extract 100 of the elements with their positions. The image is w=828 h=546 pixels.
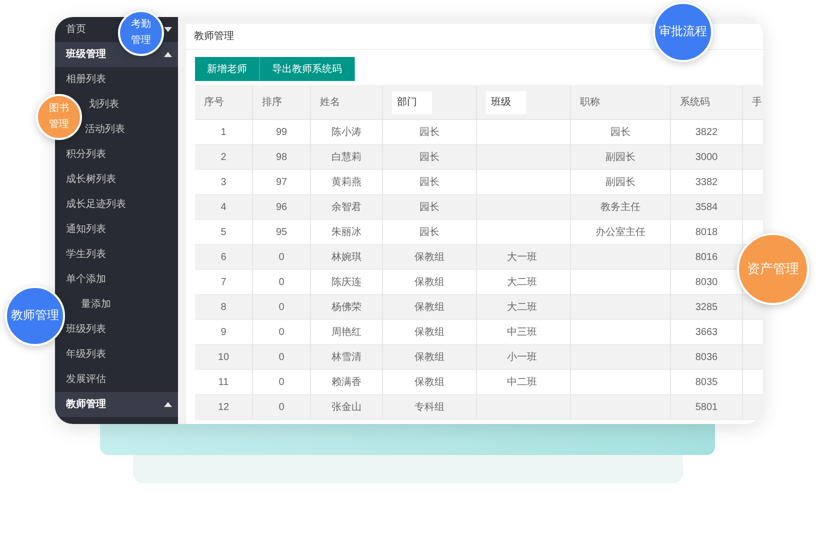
table-cell-text: 6: [220, 250, 226, 264]
table-cell-text: 3000: [695, 150, 718, 164]
sidebar-item[interactable]: 积分列表: [66, 147, 106, 162]
sidebar-item[interactable]: 成长树列表: [66, 172, 116, 187]
table-cell-text: 0: [278, 400, 284, 414]
column-header: 序号: [204, 96, 224, 110]
table-cell-text: 园长: [420, 150, 440, 164]
table-cell-text: 2: [220, 150, 226, 164]
sidebar-item[interactable]: 单个添加: [66, 272, 106, 287]
table-cell-text: 中二班: [507, 376, 537, 390]
table-cell-text: 园长: [420, 226, 440, 240]
sidebar-item[interactable]: 成长足迹列表: [66, 197, 126, 212]
table-cell-text: 4: [220, 200, 226, 214]
table-cell-text: 8016: [695, 250, 718, 264]
table-cell-text: 3584: [695, 200, 718, 214]
table-cell-text: 8030: [695, 276, 718, 290]
table-cell-text: 黄莉燕: [332, 176, 362, 190]
table-cell-text: 赖满香: [332, 376, 362, 390]
sidebar-group[interactable]: 班级管理: [66, 47, 106, 62]
toolbar-button[interactable]: 导出教师系统码: [260, 57, 355, 81]
table-cell-text: 林婉琪: [332, 250, 362, 264]
table-cell-text: 保教组: [414, 326, 444, 340]
table-cell-text: 副园长: [606, 150, 636, 164]
sidebar-item[interactable]: 量添加: [81, 297, 111, 312]
table-cell-text: 8036: [695, 350, 718, 364]
column-header: 姓名: [320, 96, 340, 110]
table-cell-text: 专科组: [414, 400, 444, 414]
table-cell-text: 园长: [420, 200, 440, 214]
table-cell-text: 3: [220, 176, 226, 190]
table-cell-text: 保教组: [414, 376, 444, 390]
table-cell-text: 保教组: [414, 250, 444, 264]
table-cell-text: 副园长: [606, 176, 636, 190]
column-header: 系统码: [680, 96, 710, 110]
column-header: 排序: [262, 96, 282, 110]
table-cell-text: 1: [220, 126, 226, 140]
breadcrumb: 教师管理: [194, 30, 234, 44]
table-cell-text: 杨佛荣: [332, 300, 362, 314]
sidebar-item[interactable]: 划列表: [89, 97, 119, 112]
table-cell-text: 0: [278, 326, 284, 340]
table-cell-text: 97: [276, 176, 288, 190]
table-cell-text: 保教组: [414, 300, 444, 314]
table-cell-text: 园长: [420, 126, 440, 140]
table-cell-text: 0: [278, 376, 284, 390]
table-cell-text: 95: [276, 226, 288, 240]
table-cell-text: 办公室主任: [596, 226, 646, 240]
sidebar-item[interactable]: 相册列表: [66, 72, 106, 87]
filter-field[interactable]: 部门: [392, 90, 432, 114]
table-cell-text: 0: [278, 276, 284, 290]
table-cell-text: 周艳红: [332, 326, 362, 340]
table-cell-text: 保教组: [414, 276, 444, 290]
table-cell-text: 教务主任: [600, 200, 640, 214]
table-cell-text: 3285: [695, 300, 718, 314]
table-cell-text: 园长: [610, 126, 630, 140]
table-cell-text: 余智君: [332, 200, 362, 214]
table-cell-text: 98: [276, 150, 288, 164]
table-cell-text: 0: [278, 300, 284, 314]
toolbar-button[interactable]: 新增老师: [195, 57, 260, 81]
table-cell-text: 99: [276, 126, 288, 140]
table-cell-text: 8: [220, 300, 226, 314]
table-cell-text: 5801: [695, 400, 718, 414]
table-cell-text: 5: [220, 226, 226, 240]
table-cell-text: 11: [218, 376, 229, 390]
sidebar-item[interactable]: 年级列表: [66, 347, 106, 362]
table-cell-text: 12: [218, 400, 230, 414]
table-cell-text: 9: [220, 326, 226, 340]
table-cell-text: 3382: [695, 176, 718, 190]
sidebar-item[interactable]: 活动列表: [85, 122, 125, 137]
table-cell-text: 大二班: [507, 300, 537, 314]
table-cell-text: 白慧莉: [332, 150, 362, 164]
sidebar-item[interactable]: 班级列表: [66, 322, 106, 337]
column-header: 手: [752, 96, 762, 110]
table-cell-text: 朱丽冰: [332, 226, 362, 240]
sidebar-item[interactable]: 发展评估: [66, 372, 106, 387]
sidebar-group[interactable]: 首页: [66, 22, 86, 37]
table-cell-text: 保教组: [414, 350, 444, 364]
table-cell-text: 8018: [695, 226, 718, 240]
table-cell-text: 0: [278, 350, 284, 364]
column-header: 职称: [580, 96, 600, 110]
table-cell-text: 3663: [695, 326, 718, 340]
feature-bubble: 教师管理: [5, 286, 65, 346]
table-cell-text: 7: [220, 276, 226, 290]
table-cell-text: 8035: [695, 376, 718, 390]
filter-field[interactable]: 班级: [486, 90, 526, 114]
feature-bubble: 图书管理: [36, 94, 82, 140]
table-cell-text: 陈小涛: [332, 126, 362, 140]
table-cell-text: 0: [278, 250, 284, 264]
table-cell-text: 大一班: [507, 250, 537, 264]
table-cell-text: 林雪清: [332, 350, 362, 364]
sidebar-group[interactable]: 教师管理: [66, 397, 106, 412]
table-cell-text: 小一班: [507, 350, 537, 364]
table-cell-text: 10: [218, 350, 230, 364]
sidebar-item[interactable]: 通知列表: [66, 222, 106, 237]
sidebar-item[interactable]: 学生列表: [66, 247, 106, 262]
table-cell-text: 3822: [695, 126, 718, 140]
table-cell-text: 96: [276, 200, 288, 214]
feature-bubble: 审批流程: [653, 2, 713, 62]
feature-bubble: 资产管理: [737, 233, 809, 305]
table-cell-text: 大二班: [507, 276, 537, 290]
table-cell-text: 张金山: [332, 400, 362, 414]
table-cell-text: 中三班: [507, 326, 537, 340]
